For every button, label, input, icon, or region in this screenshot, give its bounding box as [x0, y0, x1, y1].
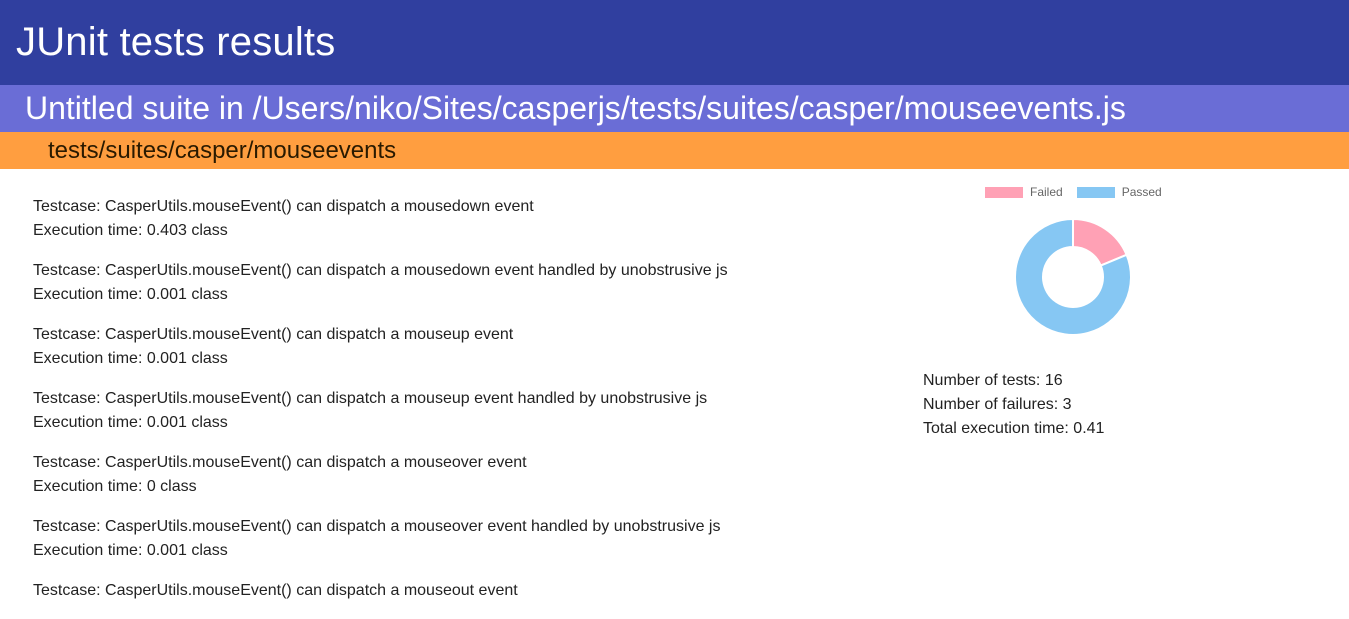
testcase-exec-time: Execution time: 0.001 class [33, 350, 228, 367]
testcase-item: Testcase: CasperUtils.mouseEvent() can d… [33, 259, 893, 307]
stat-total-execution-time: Total execution time: 0.41 [923, 420, 1105, 437]
page-title: JUnit tests results [16, 20, 336, 64]
testcase-item: Testcase: CasperUtils.mouseEvent() can d… [33, 579, 893, 603]
testcase-name: Testcase: CasperUtils.mouseEvent() can d… [33, 198, 534, 215]
testcase-item: Testcase: CasperUtils.mouseEvent() can d… [33, 451, 893, 499]
report-header: JUnit tests results [0, 0, 1349, 85]
testcase-name: Testcase: CasperUtils.mouseEvent() can d… [33, 518, 721, 535]
testcase-exec-time: Execution time: 0.403 class [33, 222, 228, 239]
legend-item-passed[interactable]: Passed [1076, 185, 1162, 199]
testcase-name: Testcase: CasperUtils.mouseEvent() can d… [33, 326, 514, 343]
summary-stats: Number of tests: 16 Number of failures: … [923, 369, 1104, 441]
testcase-name: Testcase: CasperUtils.mouseEvent() can d… [33, 262, 728, 279]
testcase-item: Testcase: CasperUtils.mouseEvent() can d… [33, 323, 893, 371]
chart-legend: Failed Passed [985, 185, 1176, 199]
legend-swatch-passed [1076, 186, 1115, 198]
testcase-name: Testcase: CasperUtils.mouseEvent() can d… [33, 454, 527, 471]
legend-label-passed: Passed [1121, 185, 1162, 199]
testcase-item: Testcase: CasperUtils.mouseEvent() can d… [33, 387, 893, 435]
testcase-exec-time: Execution time: 0.001 class [33, 286, 228, 303]
testcase-item: Testcase: CasperUtils.mouseEvent() can d… [33, 515, 893, 563]
legend-item-failed[interactable]: Failed [985, 185, 1063, 199]
report-content: Testcase: CasperUtils.mouseEvent() can d… [0, 169, 1349, 605]
suite-path-bar: tests/suites/casper/mouseevents [0, 132, 1349, 169]
testcase-item: Testcase: CasperUtils.mouseEvent() can d… [33, 195, 893, 243]
testcase-name: Testcase: CasperUtils.mouseEvent() can d… [33, 390, 708, 407]
legend-swatch-failed [985, 186, 1023, 198]
stat-number-of-failures: Number of failures: 3 [923, 396, 1072, 413]
donut-chart [1014, 217, 1132, 336]
testcase-exec-time: Execution time: 0.001 class [33, 414, 228, 431]
testcase-list: Testcase: CasperUtils.mouseEvent() can d… [33, 195, 893, 619]
results-chart: Failed Passed [975, 181, 1175, 341]
suite-title: Untitled suite in /Users/niko/Sites/casp… [25, 90, 1126, 126]
testcase-name: Testcase: CasperUtils.mouseEvent() can d… [33, 582, 518, 599]
suite-header: Untitled suite in /Users/niko/Sites/casp… [0, 85, 1349, 132]
testcase-exec-time: Execution time: 0 class [33, 478, 197, 495]
legend-label-failed: Failed [1030, 185, 1063, 199]
stat-number-of-tests: Number of tests: 16 [923, 372, 1063, 389]
suite-path: tests/suites/casper/mouseevents [48, 136, 397, 164]
testcase-exec-time: Execution time: 0.001 class [33, 542, 228, 559]
